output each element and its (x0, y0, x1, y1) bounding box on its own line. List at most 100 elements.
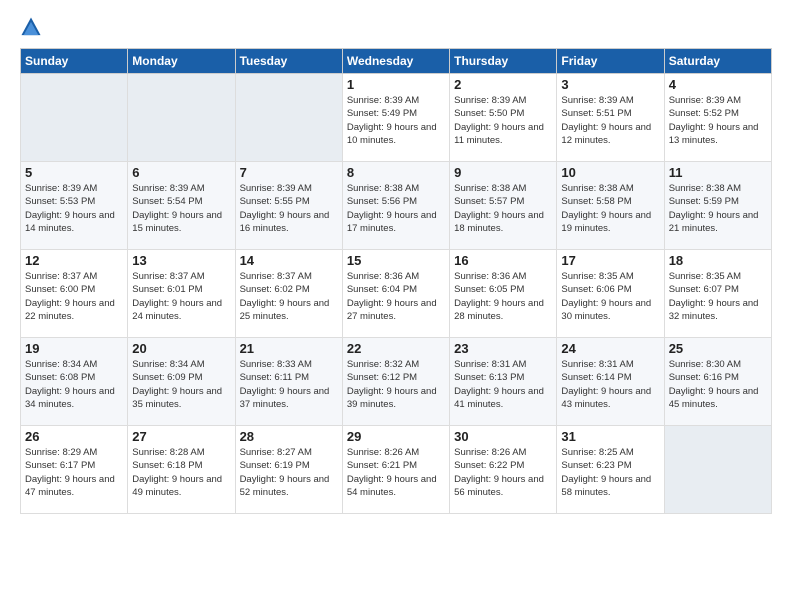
day-info: Sunrise: 8:39 AM Sunset: 5:53 PM Dayligh… (25, 182, 123, 235)
calendar-day-cell (21, 74, 128, 162)
calendar-day-cell: 16 Sunrise: 8:36 AM Sunset: 6:05 PM Dayli… (450, 250, 557, 338)
day-number: 15 (347, 253, 445, 268)
calendar-day-cell: 15 Sunrise: 8:36 AM Sunset: 6:04 PM Dayli… (342, 250, 449, 338)
day-info: Sunrise: 8:28 AM Sunset: 6:18 PM Dayligh… (132, 446, 230, 499)
day-info: Sunrise: 8:27 AM Sunset: 6:19 PM Dayligh… (240, 446, 338, 499)
calendar-week-row: 5 Sunrise: 8:39 AM Sunset: 5:53 PM Daylig… (21, 162, 772, 250)
weekday-header: Tuesday (235, 49, 342, 74)
day-info: Sunrise: 8:36 AM Sunset: 6:05 PM Dayligh… (454, 270, 552, 323)
calendar-week-row: 26 Sunrise: 8:29 AM Sunset: 6:17 PM Dayli… (21, 426, 772, 514)
day-number: 12 (25, 253, 123, 268)
day-number: 1 (347, 77, 445, 92)
day-info: Sunrise: 8:30 AM Sunset: 6:16 PM Dayligh… (669, 358, 767, 411)
day-number: 21 (240, 341, 338, 356)
weekday-header: Saturday (664, 49, 771, 74)
day-info: Sunrise: 8:26 AM Sunset: 6:22 PM Dayligh… (454, 446, 552, 499)
day-number: 25 (669, 341, 767, 356)
day-info: Sunrise: 8:26 AM Sunset: 6:21 PM Dayligh… (347, 446, 445, 499)
calendar-day-cell: 25 Sunrise: 8:30 AM Sunset: 6:16 PM Dayli… (664, 338, 771, 426)
day-info: Sunrise: 8:39 AM Sunset: 5:55 PM Dayligh… (240, 182, 338, 235)
day-number: 22 (347, 341, 445, 356)
day-number: 5 (25, 165, 123, 180)
logo-icon (20, 16, 42, 38)
calendar-week-row: 1 Sunrise: 8:39 AM Sunset: 5:49 PM Daylig… (21, 74, 772, 162)
calendar-day-cell: 17 Sunrise: 8:35 AM Sunset: 6:06 PM Dayli… (557, 250, 664, 338)
calendar-table: SundayMondayTuesdayWednesdayThursdayFrid… (20, 48, 772, 514)
calendar-day-cell: 14 Sunrise: 8:37 AM Sunset: 6:02 PM Dayli… (235, 250, 342, 338)
calendar-day-cell: 7 Sunrise: 8:39 AM Sunset: 5:55 PM Daylig… (235, 162, 342, 250)
calendar-day-cell: 29 Sunrise: 8:26 AM Sunset: 6:21 PM Dayli… (342, 426, 449, 514)
day-number: 10 (561, 165, 659, 180)
day-info: Sunrise: 8:39 AM Sunset: 5:49 PM Dayligh… (347, 94, 445, 147)
day-number: 30 (454, 429, 552, 444)
calendar-day-cell: 12 Sunrise: 8:37 AM Sunset: 6:00 PM Dayli… (21, 250, 128, 338)
day-info: Sunrise: 8:36 AM Sunset: 6:04 PM Dayligh… (347, 270, 445, 323)
calendar-day-cell: 30 Sunrise: 8:26 AM Sunset: 6:22 PM Dayli… (450, 426, 557, 514)
day-number: 28 (240, 429, 338, 444)
day-number: 31 (561, 429, 659, 444)
day-number: 14 (240, 253, 338, 268)
day-number: 17 (561, 253, 659, 268)
day-info: Sunrise: 8:39 AM Sunset: 5:52 PM Dayligh… (669, 94, 767, 147)
calendar-day-cell: 28 Sunrise: 8:27 AM Sunset: 6:19 PM Dayli… (235, 426, 342, 514)
day-number: 26 (25, 429, 123, 444)
weekday-header: Sunday (21, 49, 128, 74)
day-number: 4 (669, 77, 767, 92)
day-info: Sunrise: 8:39 AM Sunset: 5:54 PM Dayligh… (132, 182, 230, 235)
calendar-week-row: 12 Sunrise: 8:37 AM Sunset: 6:00 PM Dayli… (21, 250, 772, 338)
page: SundayMondayTuesdayWednesdayThursdayFrid… (0, 0, 792, 612)
day-info: Sunrise: 8:37 AM Sunset: 6:01 PM Dayligh… (132, 270, 230, 323)
calendar-day-cell: 5 Sunrise: 8:39 AM Sunset: 5:53 PM Daylig… (21, 162, 128, 250)
calendar-day-cell: 24 Sunrise: 8:31 AM Sunset: 6:14 PM Dayli… (557, 338, 664, 426)
weekday-header: Thursday (450, 49, 557, 74)
day-info: Sunrise: 8:29 AM Sunset: 6:17 PM Dayligh… (25, 446, 123, 499)
calendar-day-cell: 1 Sunrise: 8:39 AM Sunset: 5:49 PM Daylig… (342, 74, 449, 162)
calendar-day-cell: 10 Sunrise: 8:38 AM Sunset: 5:58 PM Dayli… (557, 162, 664, 250)
day-info: Sunrise: 8:39 AM Sunset: 5:50 PM Dayligh… (454, 94, 552, 147)
calendar-day-cell: 2 Sunrise: 8:39 AM Sunset: 5:50 PM Daylig… (450, 74, 557, 162)
day-info: Sunrise: 8:34 AM Sunset: 6:09 PM Dayligh… (132, 358, 230, 411)
day-info: Sunrise: 8:33 AM Sunset: 6:11 PM Dayligh… (240, 358, 338, 411)
day-info: Sunrise: 8:31 AM Sunset: 6:14 PM Dayligh… (561, 358, 659, 411)
day-number: 3 (561, 77, 659, 92)
day-number: 24 (561, 341, 659, 356)
calendar-day-cell: 9 Sunrise: 8:38 AM Sunset: 5:57 PM Daylig… (450, 162, 557, 250)
day-info: Sunrise: 8:25 AM Sunset: 6:23 PM Dayligh… (561, 446, 659, 499)
day-number: 6 (132, 165, 230, 180)
day-info: Sunrise: 8:38 AM Sunset: 5:59 PM Dayligh… (669, 182, 767, 235)
calendar-day-cell: 8Sunrise: 8:38 AM Sunset: 5:56 PM Daylig… (342, 162, 449, 250)
day-info: Sunrise: 8:38 AM Sunset: 5:58 PM Dayligh… (561, 182, 659, 235)
header (20, 16, 772, 38)
day-info: Sunrise: 8:37 AM Sunset: 6:00 PM Dayligh… (25, 270, 123, 323)
day-info: Sunrise: 8:35 AM Sunset: 6:06 PM Dayligh… (561, 270, 659, 323)
calendar-day-cell: 22 Sunrise: 8:32 AM Sunset: 6:12 PM Dayli… (342, 338, 449, 426)
calendar-day-cell (664, 426, 771, 514)
day-number: 19 (25, 341, 123, 356)
calendar-day-cell: 3 Sunrise: 8:39 AM Sunset: 5:51 PM Daylig… (557, 74, 664, 162)
calendar-day-cell: 4 Sunrise: 8:39 AM Sunset: 5:52 PM Daylig… (664, 74, 771, 162)
calendar-day-cell: 26 Sunrise: 8:29 AM Sunset: 6:17 PM Dayli… (21, 426, 128, 514)
day-info: Sunrise: 8:31 AM Sunset: 6:13 PM Dayligh… (454, 358, 552, 411)
day-number: 2 (454, 77, 552, 92)
day-number: 16 (454, 253, 552, 268)
day-info: Sunrise: 8:37 AM Sunset: 6:02 PM Dayligh… (240, 270, 338, 323)
day-info: Sunrise: 8:39 AM Sunset: 5:51 PM Dayligh… (561, 94, 659, 147)
day-number: 23 (454, 341, 552, 356)
calendar-day-cell (235, 74, 342, 162)
day-info: Sunrise: 8:38 AM Sunset: 5:57 PM Dayligh… (454, 182, 552, 235)
calendar-day-cell: 19Sunrise: 8:34 AM Sunset: 6:08 PM Dayli… (21, 338, 128, 426)
calendar-day-cell: 21 Sunrise: 8:33 AM Sunset: 6:11 PM Dayli… (235, 338, 342, 426)
day-number: 9 (454, 165, 552, 180)
calendar-day-cell: 31 Sunrise: 8:25 AM Sunset: 6:23 PM Dayli… (557, 426, 664, 514)
calendar-day-cell: 11 Sunrise: 8:38 AM Sunset: 5:59 PM Dayli… (664, 162, 771, 250)
calendar-week-row: 19Sunrise: 8:34 AM Sunset: 6:08 PM Dayli… (21, 338, 772, 426)
day-number: 20 (132, 341, 230, 356)
day-number: 7 (240, 165, 338, 180)
day-info: Sunrise: 8:32 AM Sunset: 6:12 PM Dayligh… (347, 358, 445, 411)
day-number: 18 (669, 253, 767, 268)
day-number: 29 (347, 429, 445, 444)
calendar-day-cell: 20 Sunrise: 8:34 AM Sunset: 6:09 PM Dayli… (128, 338, 235, 426)
weekday-header: Wednesday (342, 49, 449, 74)
calendar-day-cell (128, 74, 235, 162)
day-number: 11 (669, 165, 767, 180)
